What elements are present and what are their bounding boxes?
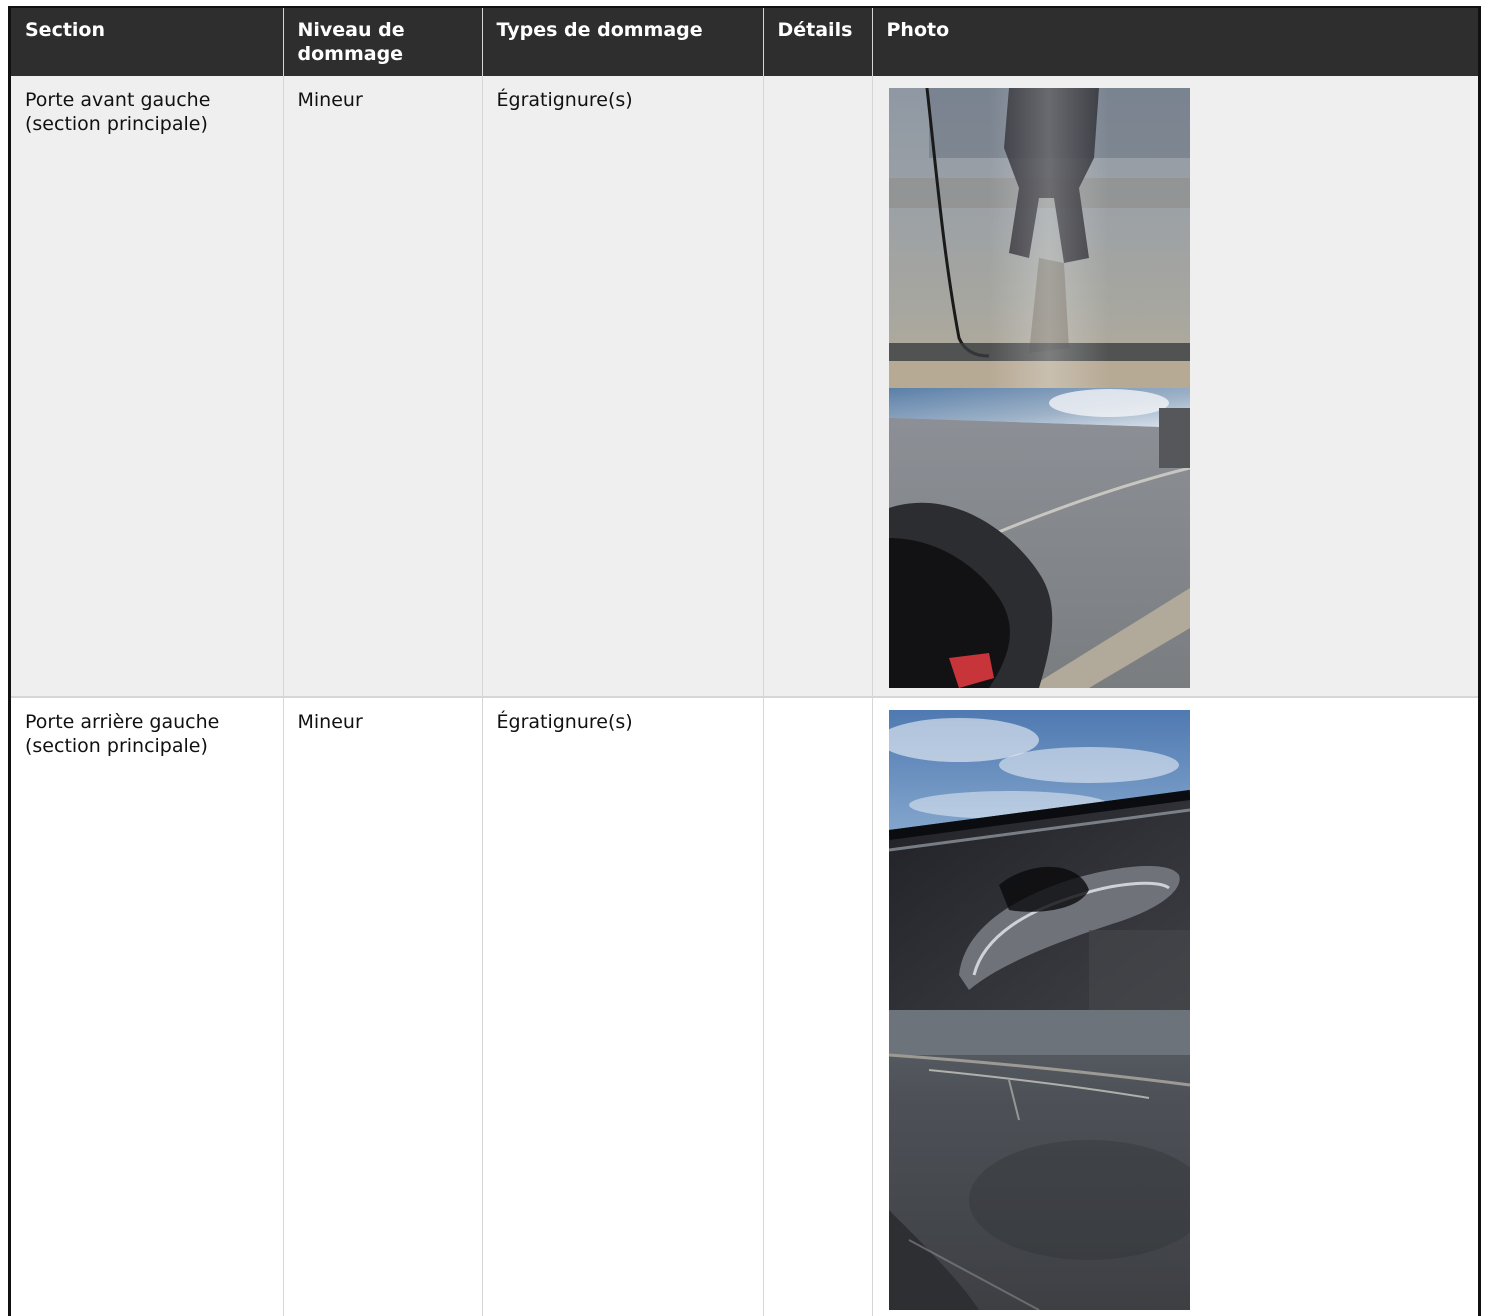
cell-section: Porte avant gauche (section principale) bbox=[11, 76, 284, 697]
header-section: Section bbox=[11, 8, 284, 76]
header-damage-level: Niveau de dommage bbox=[283, 8, 483, 76]
table-header-row: Section Niveau de dommage Types de domma… bbox=[11, 8, 1478, 76]
cell-damage-level: Mineur bbox=[283, 696, 483, 1316]
door-reflection-photo[interactable] bbox=[888, 88, 1190, 388]
cell-damage-level: Mineur bbox=[283, 76, 483, 697]
cell-photo bbox=[872, 76, 1478, 697]
cell-damage-types: Égratignure(s) bbox=[482, 76, 764, 697]
cell-details bbox=[763, 696, 873, 1316]
damage-report-frame: Section Niveau de dommage Types de domma… bbox=[8, 6, 1481, 1316]
table-row: Porte arrière gauche (section principale… bbox=[11, 696, 1478, 1316]
cell-damage-types: Égratignure(s) bbox=[482, 696, 764, 1316]
cell-photo bbox=[872, 696, 1478, 1316]
header-photo: Photo bbox=[872, 8, 1478, 76]
header-details: Détails bbox=[763, 8, 873, 76]
cell-details bbox=[763, 76, 873, 697]
door-handle-photo[interactable] bbox=[888, 710, 1190, 1010]
cell-section: Porte arrière gauche (section principale… bbox=[11, 696, 284, 1316]
table-row: Porte avant gauche (section principale) … bbox=[11, 76, 1478, 697]
door-side-photo[interactable] bbox=[888, 388, 1190, 688]
damage-table: Section Niveau de dommage Types de domma… bbox=[11, 8, 1478, 1316]
door-panel-scratch-photo[interactable] bbox=[888, 1010, 1190, 1310]
header-damage-types: Types de dommage bbox=[482, 8, 764, 76]
